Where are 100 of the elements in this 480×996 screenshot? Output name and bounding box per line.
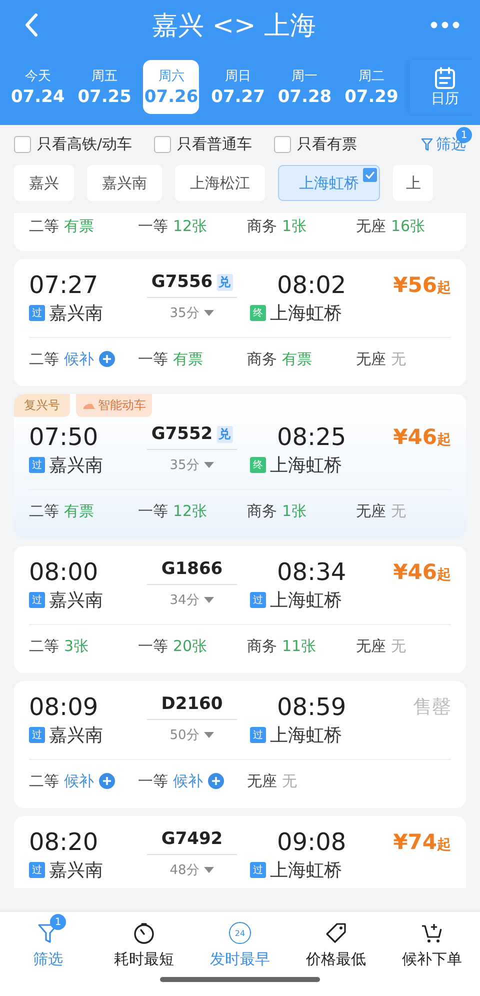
dropdown-icon[interactable] [204, 867, 214, 873]
depart-time: 07:27 [29, 271, 100, 299]
station-name: 上海虹桥 [270, 859, 342, 882]
seat-class: 一等 [138, 502, 168, 520]
seat-class: 商务 [247, 502, 277, 520]
add-icon[interactable] [99, 773, 115, 789]
seat-class: 一等 [138, 350, 168, 368]
station-name: 嘉兴南 [49, 859, 103, 882]
station-name: 嘉兴南 [49, 302, 103, 325]
seat-status: 16张 [391, 216, 426, 236]
count-badge: 1 [50, 914, 66, 930]
seat-class: 商务 [247, 350, 277, 368]
seat-class: 商务 [247, 216, 277, 236]
station-name: 嘉兴南 [49, 724, 103, 747]
sort-tab[interactable]: 价格最低 [291, 912, 381, 969]
check-icon [363, 168, 377, 182]
price: ¥46起 [393, 429, 451, 448]
train-card[interactable]: 08:09 D2160 08:59 售罄 过 嘉兴南 50分 过 上海虹桥 二等 候补 一等 候补 无座 无 [14, 681, 466, 808]
arrive-time: 08:34 [276, 558, 348, 586]
train-card[interactable]: 08:20 G7492 09:08 ¥74起 过 嘉兴南 48分 过 上海虹桥 [14, 816, 466, 888]
filter-checkbox[interactable]: 只看有票 [274, 134, 358, 154]
dropdown-icon[interactable] [204, 462, 214, 468]
seat-status: 候补 [173, 772, 203, 790]
station-badge: 过 [29, 457, 45, 473]
station-badge: 过 [250, 592, 266, 608]
station-chip[interactable]: 上 [393, 165, 433, 201]
filter-icon [421, 138, 433, 150]
more-icon[interactable] [430, 21, 460, 29]
seat-status: 无 [391, 636, 406, 656]
train-number: G7556 [151, 272, 213, 292]
sort-tab[interactable]: 耗时最短 [99, 912, 189, 969]
seat-status: 无 [282, 772, 297, 790]
duration: 34分 [170, 592, 200, 609]
clock-icon: 24 [229, 922, 251, 944]
filter-checkbox[interactable]: 只看高铁/动车 [14, 134, 132, 154]
seat-status: 12张 [173, 216, 208, 236]
redeem-badge: 兑 [216, 426, 233, 442]
stopwatch-icon [132, 921, 156, 945]
seat-class: 二等 [29, 216, 59, 236]
station-name: 嘉兴南 [49, 454, 103, 477]
duration: 50分 [170, 727, 200, 744]
sort-tab[interactable]: 候补下单 [387, 912, 477, 969]
calendar-icon [434, 66, 456, 90]
price: ¥74起 [393, 834, 451, 853]
add-icon[interactable] [208, 773, 224, 789]
depart-time: 08:00 [29, 558, 100, 586]
add-icon[interactable] [99, 351, 115, 367]
seat-status: 1张 [282, 502, 307, 520]
back-icon[interactable] [24, 13, 38, 37]
seat-status: 无 [391, 350, 406, 368]
train-tag: 智能动车 [76, 394, 152, 417]
seat-class: 商务 [247, 636, 277, 656]
seat-status: 12张 [173, 502, 208, 520]
station-badge: 过 [250, 727, 266, 743]
station-badge: 过 [29, 727, 45, 743]
station-badge: 过 [29, 305, 45, 321]
seat-class: 一等 [138, 636, 168, 656]
price: ¥46起 [393, 564, 451, 583]
seat-status: 11张 [282, 636, 316, 656]
duration: 48分 [170, 862, 200, 879]
sold-out-label: 售罄 [413, 696, 451, 718]
train-number: G1866 [161, 559, 223, 579]
arrive-time: 09:08 [276, 828, 348, 856]
price-tag-icon [324, 921, 348, 945]
depart-time: 07:50 [29, 423, 100, 451]
duration: 35分 [170, 305, 200, 322]
dropdown-icon[interactable] [204, 597, 214, 603]
train-number: G7552 [151, 424, 213, 444]
filter-checkbox[interactable]: 只看普通车 [154, 134, 252, 154]
seat-status: 候补 [64, 772, 94, 790]
train-card[interactable]: 复兴号 智能动车 07:50 G7552 兑 08:25 ¥46起 过 嘉兴南 35分 终 上海虹桥 二等 有票 一等 12张 商务 1张 无座 无 [14, 394, 466, 538]
station-name: 上海虹桥 [270, 724, 342, 747]
train-card[interactable]: 08:00 G1866 08:34 ¥46起 过 嘉兴南 34分 过 上海虹桥 二等 3张 一等 20张 商务 11张 无座 无 [14, 546, 466, 673]
train-card[interactable]: 二等 有票 一等 12张 商务 1张 无座 16张 [14, 213, 466, 251]
station-badge: 过 [29, 862, 45, 878]
station-badge: 终 [250, 305, 266, 321]
seat-status: 有票 [64, 216, 94, 236]
dropdown-icon[interactable] [204, 310, 214, 316]
train-number: D2160 [161, 694, 223, 714]
seat-class: 二等 [29, 636, 59, 656]
seat-status: 有票 [64, 502, 94, 520]
seat-class: 无座 [247, 772, 277, 790]
station-chip[interactable]: 上海松江 [175, 165, 265, 201]
seat-class: 二等 [29, 350, 59, 368]
station-name: 上海虹桥 [270, 302, 342, 325]
depart-time: 08:09 [29, 693, 100, 721]
redeem-badge: 兑 [216, 274, 233, 290]
train-card[interactable]: 07:27 G7556 兑 08:02 ¥56起 过 嘉兴南 35分 终 上海虹桥 二等 候补 一等 有票 商务 有票 无座 无 [14, 259, 466, 386]
dropdown-icon[interactable] [204, 732, 214, 738]
station-chip[interactable]: 嘉兴 [14, 165, 74, 201]
train-tag: 复兴号 [14, 394, 70, 417]
station-badge: 过 [29, 592, 45, 608]
arrive-time: 08:02 [276, 271, 348, 299]
seat-class: 二等 [29, 772, 59, 790]
station-chip[interactable]: 嘉兴南 [87, 165, 162, 201]
seat-status: 有票 [282, 350, 312, 368]
duration: 35分 [170, 457, 200, 474]
route-title: 嘉兴 <> 上海 [152, 10, 316, 42]
seat-status: 无 [391, 502, 406, 520]
train-number: G7492 [161, 829, 223, 849]
